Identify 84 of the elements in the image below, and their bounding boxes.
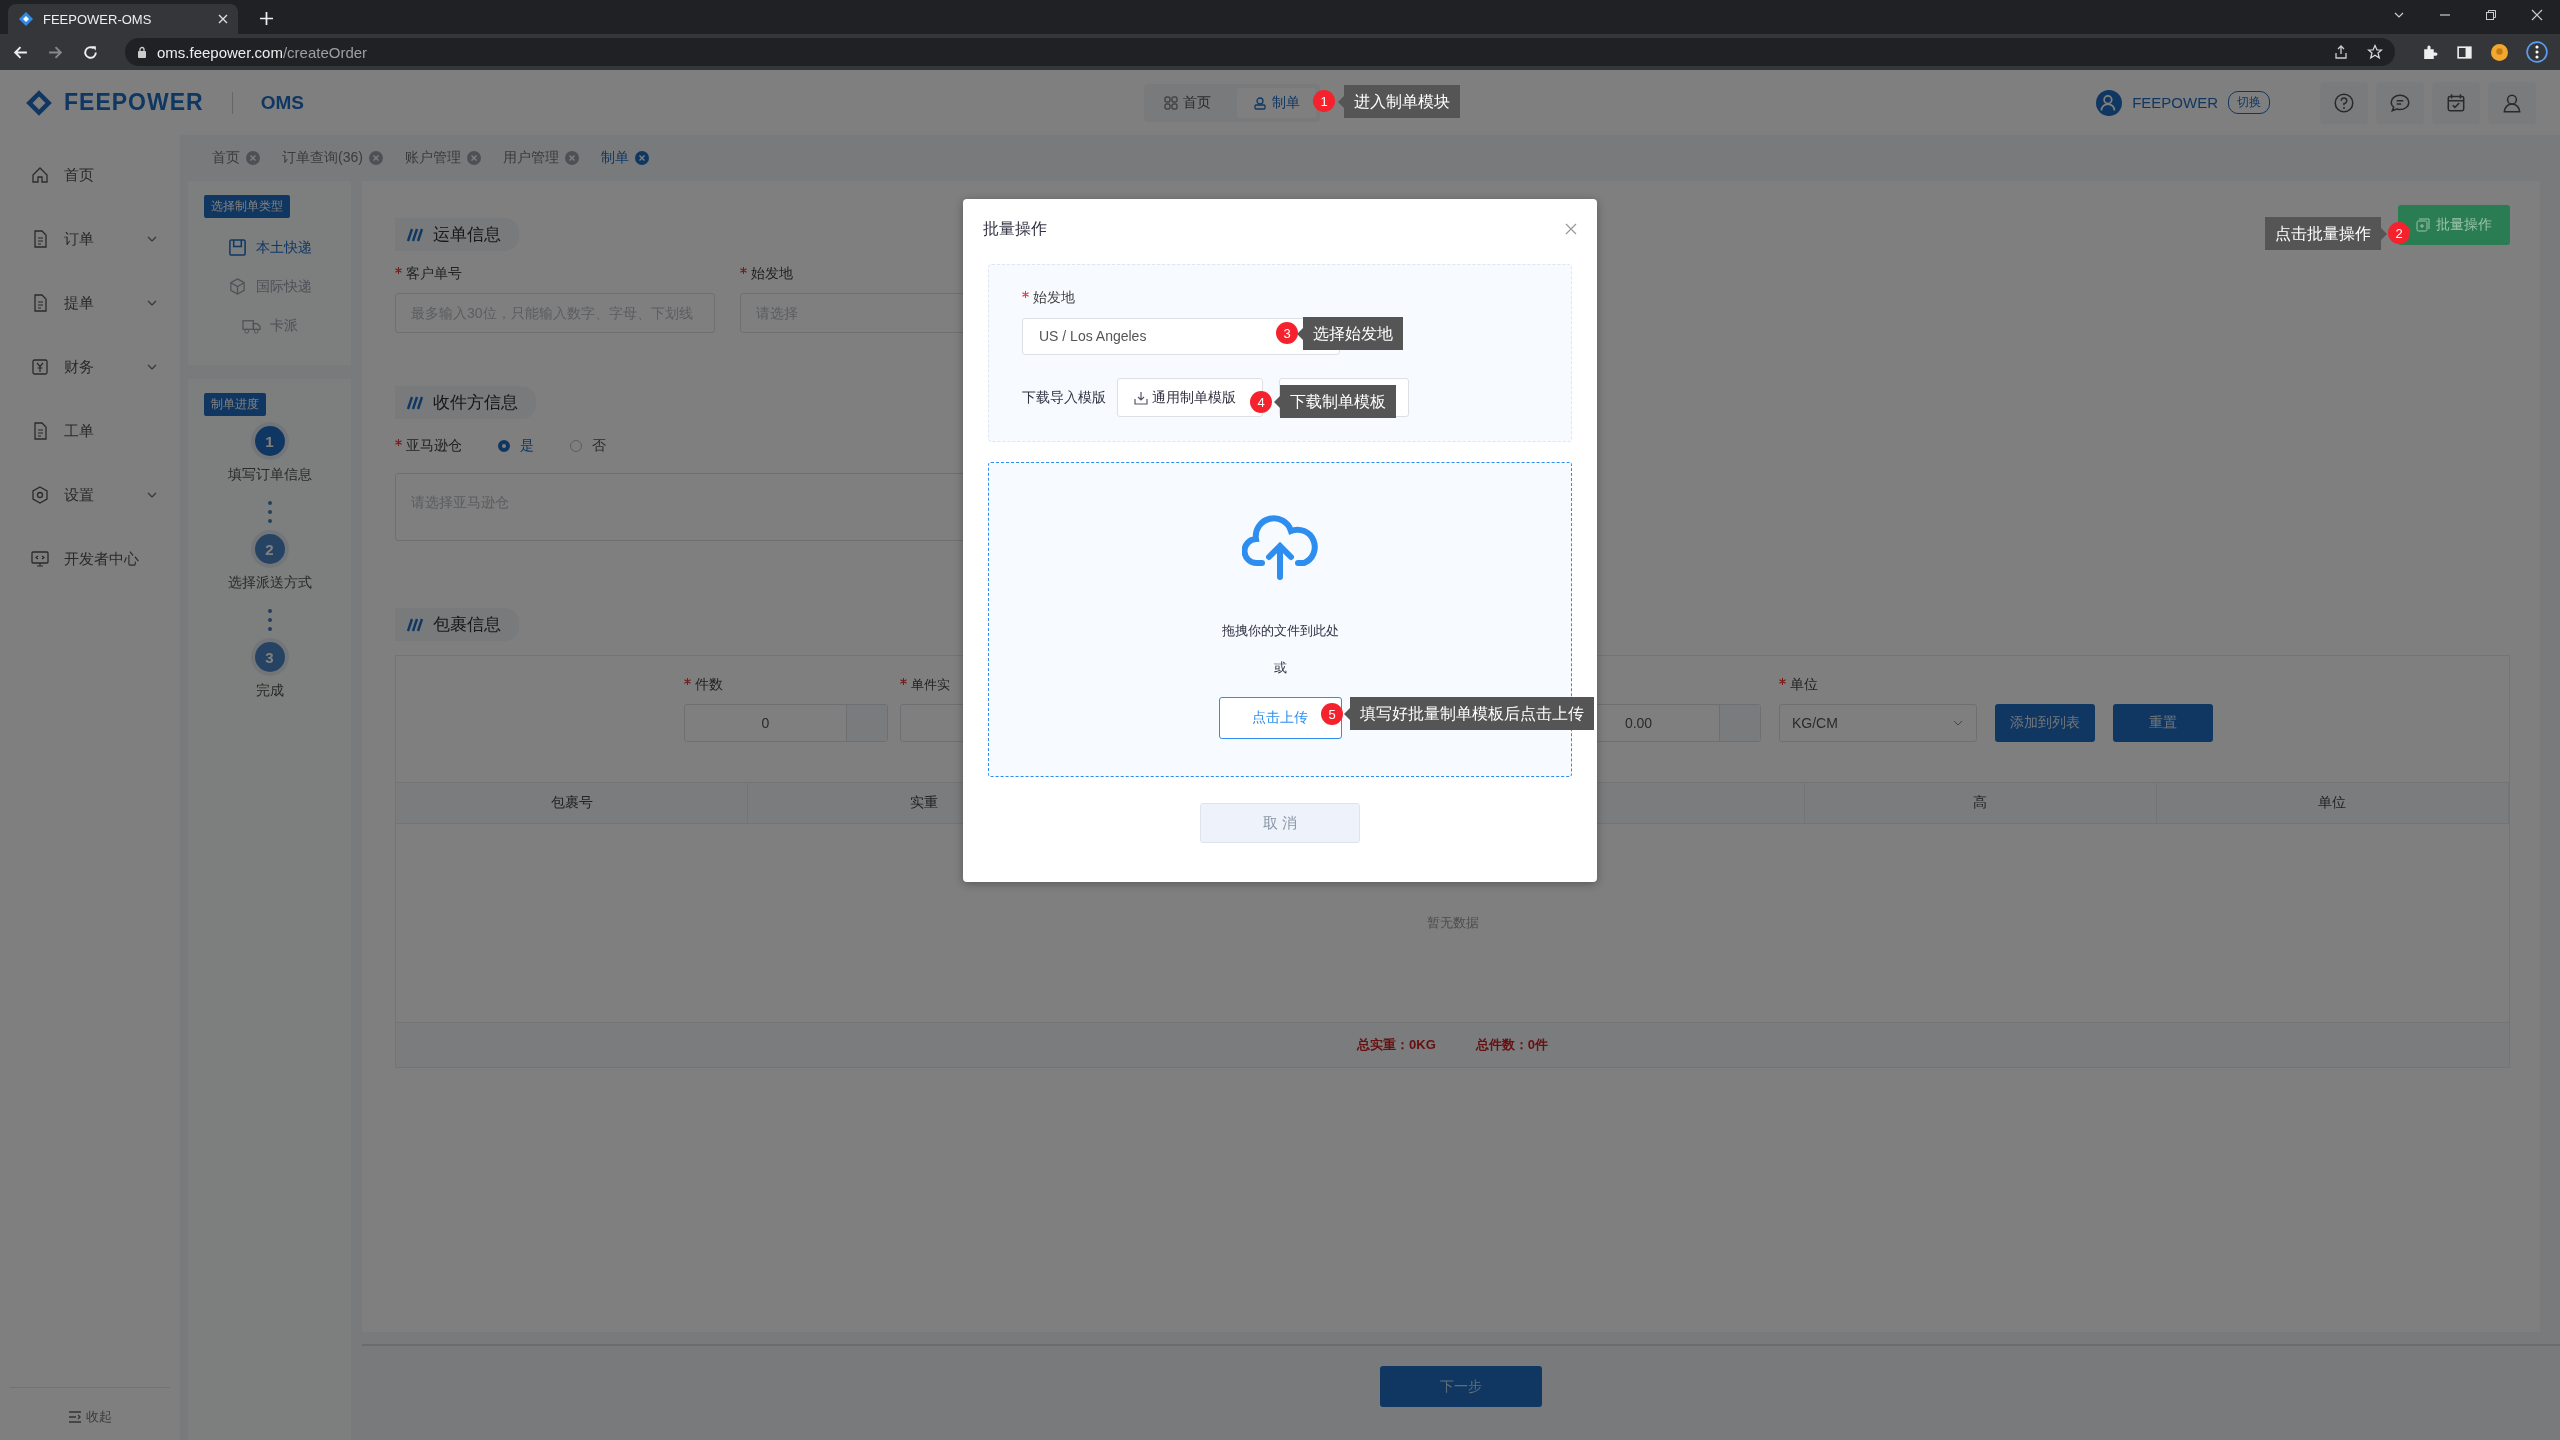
brand-name: FEEPOWER xyxy=(64,89,204,116)
house-icon xyxy=(30,165,50,185)
lock-icon xyxy=(137,46,147,58)
logo-icon xyxy=(18,11,34,27)
step-number: 1 xyxy=(254,426,285,456)
browser-tab[interactable]: FEEPOWER-OMS xyxy=(8,4,238,34)
column-header: 包裹号 xyxy=(396,783,749,823)
sidebar-item[interactable]: 工单 xyxy=(0,415,180,447)
star-icon[interactable] xyxy=(2367,44,2383,60)
dotted-connector xyxy=(266,500,273,524)
page-tab[interactable]: 账户管理 xyxy=(396,143,489,173)
url-text: oms.feepower.com/createOrder xyxy=(157,43,369,61)
monitor-icon xyxy=(30,549,50,569)
nav-item[interactable]: 首页 xyxy=(1148,87,1227,118)
plus-icon[interactable] xyxy=(260,12,273,25)
page-tab[interactable]: 制单 xyxy=(592,143,657,173)
or-text: 或 xyxy=(1273,659,1287,677)
field-label: 亚马逊仓 xyxy=(395,437,462,455)
next-button[interactable]: 下一步 xyxy=(1380,1366,1542,1407)
drop-hint: 拖拽你的文件到此处 xyxy=(1221,622,1339,640)
copy-plus-icon xyxy=(2416,217,2430,232)
page-tab[interactable]: 订单查询(36) xyxy=(274,143,391,173)
box-icon xyxy=(227,277,247,296)
sidebar-icon[interactable] xyxy=(2454,43,2475,61)
dialog-title: 批量操作 xyxy=(983,218,1047,239)
step-number: 3 xyxy=(254,642,285,672)
total-weight: 总实重：0KG xyxy=(1357,1036,1436,1054)
user-avatar-icon xyxy=(2096,89,2123,116)
sidebar-item[interactable]: 设置 xyxy=(0,479,180,511)
unit-select[interactable]: KG/CM xyxy=(1779,704,1977,742)
template-button[interactable] xyxy=(1279,378,1409,417)
address-bar[interactable]: oms.feepower.com/createOrder xyxy=(125,38,2395,66)
column-header: 高 xyxy=(1804,783,2157,823)
field-label: 客户单号 xyxy=(395,265,715,283)
reset-button[interactable]: 重置 xyxy=(2113,704,2213,742)
collapse-button[interactable]: 收起 xyxy=(10,1387,170,1440)
gear-icon xyxy=(30,485,50,505)
collapse-icon xyxy=(68,1410,82,1424)
calendar-icon[interactable] xyxy=(2432,81,2480,124)
field-label: 始发地 xyxy=(740,265,1060,283)
sidebar-item[interactable]: 财务 xyxy=(0,351,180,383)
user-icon[interactable] xyxy=(2488,81,2536,124)
product-name: OMS xyxy=(260,91,304,114)
save-icon xyxy=(227,238,247,257)
share-icon[interactable] xyxy=(2333,44,2349,60)
field-label: 下载导入模版 xyxy=(1022,388,1106,407)
total-count: 总件数：0件 xyxy=(1475,1036,1548,1054)
profile-avatar-icon[interactable] xyxy=(2489,43,2510,61)
radio-option[interactable]: 否 xyxy=(570,437,606,455)
grid-icon xyxy=(1164,95,1178,110)
step-number: 2 xyxy=(254,534,285,564)
download-icon xyxy=(1134,390,1148,405)
menu-icon[interactable] xyxy=(2524,41,2550,63)
person-icon xyxy=(1253,95,1267,110)
radio-option[interactable]: 是 xyxy=(498,437,534,455)
switch-button[interactable]: 切换 xyxy=(2228,91,2270,114)
sidebar-item[interactable]: 订单 xyxy=(0,223,180,255)
user-name: FEEPOWER xyxy=(2132,94,2218,111)
order-type-option[interactable]: 本土快递 xyxy=(227,238,312,257)
field-label: 件数 xyxy=(684,676,888,694)
number-field[interactable]: 0 xyxy=(684,704,888,742)
panel-title: 选择制单类型 xyxy=(204,195,290,218)
page-tab[interactable]: 首页 xyxy=(204,143,268,173)
section-title: 包裹信息 xyxy=(395,608,519,641)
nav-item[interactable]: 制单 xyxy=(1237,87,1316,118)
cloud-upload-icon xyxy=(1242,513,1318,581)
dotted-connector xyxy=(266,608,273,632)
help-icon[interactable] xyxy=(2320,81,2368,124)
step-label: 填写订单信息 xyxy=(227,466,312,484)
field-label: 单位 xyxy=(1779,676,1977,694)
step-label: 选择派送方式 xyxy=(227,574,312,592)
page-tab[interactable]: 用户管理 xyxy=(494,143,587,173)
step-label: 完成 xyxy=(255,682,284,700)
sidebar-item[interactable]: 提单 xyxy=(0,287,180,319)
column-header: 单位 xyxy=(2156,783,2509,823)
receipt-icon xyxy=(30,357,50,377)
sidebar-item[interactable]: 开发者中心 xyxy=(0,543,180,575)
chat-icon[interactable] xyxy=(2376,81,2424,124)
section-title: 运单信息 xyxy=(395,218,519,251)
section-title: 收件方信息 xyxy=(395,386,536,419)
sidebar-item[interactable]: 首页 xyxy=(0,159,180,191)
panel-title: 制单进度 xyxy=(204,393,266,416)
add-to-list-button[interactable]: 添加到列表 xyxy=(1995,704,2095,742)
cancel-button[interactable]: 取 消 xyxy=(1200,803,1360,843)
